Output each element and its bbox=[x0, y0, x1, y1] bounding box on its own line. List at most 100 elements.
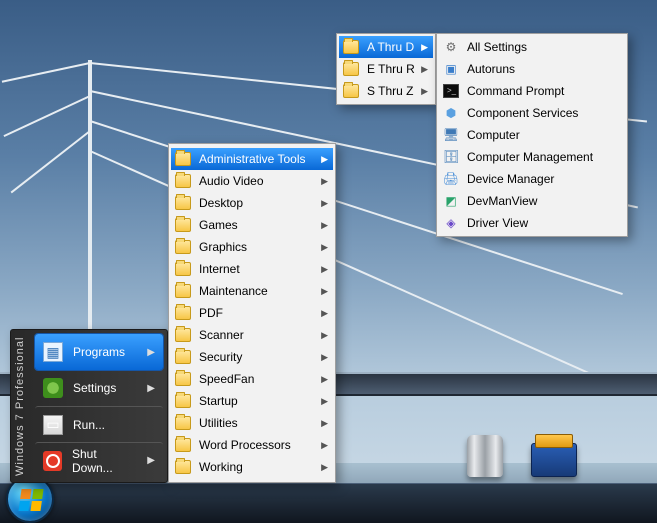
chevron-right-icon: ▶ bbox=[321, 352, 328, 363]
chevron-right-icon: ▶ bbox=[321, 418, 328, 429]
driver-view-icon bbox=[443, 215, 459, 231]
chevron-right-icon: ▶ bbox=[321, 286, 328, 297]
programs-item-label: Maintenance bbox=[199, 284, 268, 298]
computer-management-icon bbox=[443, 149, 459, 165]
chevron-right-icon: ▶ bbox=[321, 374, 328, 385]
programs-icon: ▦ bbox=[43, 342, 63, 362]
admin-group-item[interactable]: E Thru R▶ bbox=[339, 58, 433, 80]
programs-item-label: Games bbox=[199, 218, 238, 232]
programs-item[interactable]: Security ▶ bbox=[171, 346, 333, 368]
autoruns-icon bbox=[443, 61, 459, 77]
programs-item[interactable]: Utilities ▶ bbox=[171, 412, 333, 434]
programs-item-label: Utilities bbox=[199, 416, 238, 430]
programs-item[interactable]: Games ▶ bbox=[171, 214, 333, 236]
folder-icon bbox=[175, 328, 191, 342]
toolbox-icon[interactable] bbox=[531, 443, 577, 477]
programs-item[interactable]: Desktop▶ bbox=[171, 192, 333, 214]
shutdown-icon bbox=[43, 451, 62, 471]
programs-item[interactable]: Audio Video ▶ bbox=[171, 170, 333, 192]
programs-item[interactable]: Scanner ▶ bbox=[171, 324, 333, 346]
os-brand-label: Windows 7 Professional bbox=[14, 336, 32, 476]
component-services-icon bbox=[443, 105, 459, 121]
admin-tool-item[interactable]: Component Services bbox=[439, 102, 625, 124]
wallpaper-cable bbox=[3, 95, 90, 137]
programs-item-label: SpeedFan bbox=[199, 372, 254, 386]
start-item-settings[interactable]: Settings ▶ bbox=[35, 370, 163, 406]
chevron-right-icon: ▶ bbox=[321, 308, 328, 319]
admin-group-item[interactable]: S Thru Z ▶ bbox=[339, 80, 433, 102]
admin-tool-label: Autoruns bbox=[467, 62, 515, 76]
folder-icon bbox=[175, 306, 191, 320]
programs-item[interactable]: SpeedFan ▶ bbox=[171, 368, 333, 390]
admin-tool-label: Driver View bbox=[467, 216, 528, 230]
device-manager-icon bbox=[443, 171, 459, 187]
admin-tool-item[interactable]: Command Prompt bbox=[439, 80, 625, 102]
folder-icon bbox=[175, 196, 191, 210]
chevron-right-icon: ▶ bbox=[321, 462, 328, 473]
chevron-right-icon: ▶ bbox=[321, 440, 328, 451]
programs-item-label: Startup bbox=[199, 394, 238, 408]
admin-tool-label: Command Prompt bbox=[467, 84, 564, 98]
chevron-right-icon: ▶ bbox=[421, 42, 428, 53]
programs-item[interactable]: Internet ▶ bbox=[171, 258, 333, 280]
devmanview-icon bbox=[443, 193, 459, 209]
programs-item-label: PDF bbox=[199, 306, 223, 320]
admin-group-label: A Thru D bbox=[367, 40, 414, 54]
recycle-bin-icon[interactable] bbox=[467, 435, 503, 477]
chevron-right-icon: ▶ bbox=[321, 176, 328, 187]
admin-tool-item[interactable]: Computer bbox=[439, 124, 625, 146]
admin-a-thru-d-submenu: All Settings Autoruns Command Prompt Compon… bbox=[436, 33, 628, 237]
admin-group-item[interactable]: A Thru D ▶ bbox=[339, 36, 433, 58]
admin-tool-item[interactable]: Computer Management bbox=[439, 146, 625, 168]
start-item-run[interactable]: ▭ Run... bbox=[35, 406, 163, 442]
admin-tool-item[interactable]: Autoruns bbox=[439, 58, 625, 80]
start-menu: Windows 7 Professional ▦ Programs ▶ Sett… bbox=[10, 329, 168, 483]
start-item-programs[interactable]: ▦ Programs ▶ bbox=[35, 334, 163, 370]
folder-icon bbox=[175, 240, 191, 254]
admin-tool-item[interactable]: All Settings bbox=[439, 36, 625, 58]
programs-item[interactable]: Administrative Tools▶ bbox=[171, 148, 333, 170]
folder-icon bbox=[343, 84, 359, 98]
programs-item[interactable]: Working▶ bbox=[171, 456, 333, 478]
programs-item[interactable]: PDF ▶ bbox=[171, 302, 333, 324]
programs-item-label: Graphics bbox=[199, 240, 247, 254]
programs-item-label: Audio Video bbox=[199, 174, 264, 188]
programs-item[interactable]: Graphics▶ bbox=[171, 236, 333, 258]
programs-item-label: Scanner bbox=[199, 328, 244, 342]
chevron-right-icon: ▶ bbox=[147, 347, 155, 358]
chevron-right-icon: ▶ bbox=[421, 86, 428, 97]
admin-tool-label: All Settings bbox=[467, 40, 527, 54]
admin-group-label: E Thru R bbox=[367, 62, 415, 76]
chevron-right-icon: ▶ bbox=[147, 383, 155, 394]
admin-tool-item[interactable]: DevManView bbox=[439, 190, 625, 212]
folder-icon bbox=[175, 262, 191, 276]
folder-icon bbox=[175, 372, 191, 386]
chevron-right-icon: ▶ bbox=[321, 330, 328, 341]
programs-item[interactable]: Word Processors▶ bbox=[171, 434, 333, 456]
programs-item-label: Administrative Tools bbox=[199, 152, 306, 166]
programs-item[interactable]: Maintenance ▶ bbox=[171, 280, 333, 302]
chevron-right-icon: ▶ bbox=[321, 396, 328, 407]
start-item-label: Settings bbox=[73, 381, 116, 395]
start-item-shutdown[interactable]: Shut Down... ▶ bbox=[35, 442, 163, 478]
admin-group-label: S Thru Z bbox=[367, 84, 413, 98]
wallpaper-cable bbox=[11, 130, 91, 193]
folder-icon bbox=[175, 284, 191, 298]
programs-item-label: Security bbox=[199, 350, 242, 364]
admin-tool-label: Computer Management bbox=[467, 150, 593, 164]
chevron-right-icon: ▶ bbox=[321, 264, 328, 275]
folder-icon bbox=[175, 350, 191, 364]
programs-item-label: Desktop bbox=[199, 196, 243, 210]
folder-icon bbox=[175, 174, 191, 188]
admin-tool-label: Device Manager bbox=[467, 172, 554, 186]
folder-icon bbox=[175, 152, 191, 166]
programs-item-label: Internet bbox=[199, 262, 240, 276]
admin-tool-item[interactable]: Device Manager bbox=[439, 168, 625, 190]
admin-tool-item[interactable]: Driver View bbox=[439, 212, 625, 234]
admin-tool-label: Component Services bbox=[467, 106, 578, 120]
cmd-icon bbox=[443, 84, 459, 98]
programs-item[interactable]: Startup ▶ bbox=[171, 390, 333, 412]
chevron-right-icon: ▶ bbox=[321, 220, 328, 231]
computer-icon bbox=[443, 127, 459, 143]
folder-icon bbox=[175, 394, 191, 408]
